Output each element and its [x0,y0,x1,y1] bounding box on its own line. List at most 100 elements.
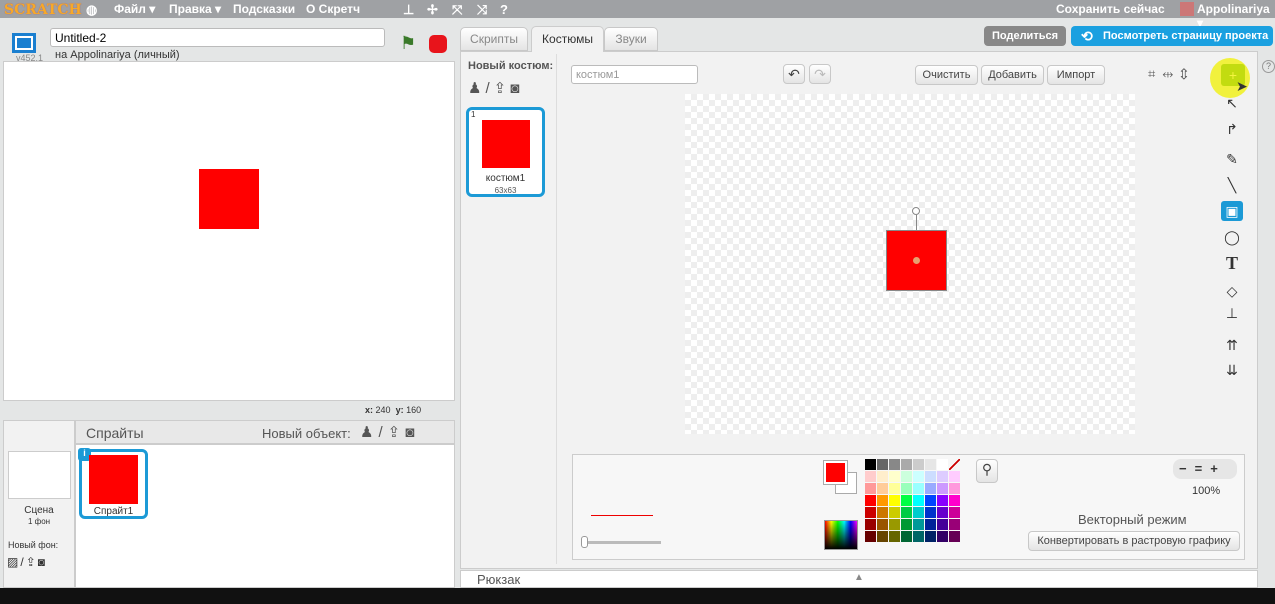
project-title-input[interactable] [50,28,385,47]
color-picker-spectrum[interactable] [824,520,858,550]
presentation-mode-icon[interactable] [12,33,36,53]
color-swatch[interactable] [877,507,888,518]
color-swatch[interactable] [913,483,924,494]
color-swatch[interactable] [877,471,888,482]
reshape-tool-icon[interactable]: ↱ [1221,119,1243,139]
shrink-icon[interactable]: ⤨ [477,2,487,18]
color-swatch[interactable] [937,471,948,482]
menu-tips[interactable]: Подсказки [233,2,295,16]
paint-sprite-icon[interactable]: / [378,424,387,441]
text-tool-icon[interactable]: T [1221,253,1243,273]
color-swatch[interactable] [913,519,924,530]
color-swatch[interactable] [913,459,924,470]
forward-layer-icon[interactable]: ⇈ [1221,335,1243,355]
flip-horizontal-icon[interactable]: ⇹ [1162,66,1180,81]
rotate-handle[interactable] [912,207,920,215]
color-swatch[interactable] [889,471,900,482]
slider-handle[interactable] [581,536,588,548]
stage[interactable] [3,61,455,401]
color-swatch[interactable] [901,519,912,530]
back-layer-icon[interactable]: ⇊ [1221,360,1243,380]
eyedropper-button[interactable]: ⚲ [976,459,998,483]
tab-scripts[interactable]: Скрипты [460,27,528,51]
color-swatch[interactable] [889,519,900,530]
flip-vertical-icon[interactable]: ⇳ [1180,66,1194,81]
zoom-reset-icon[interactable]: = [1195,461,1211,476]
undo-button[interactable]: ↶ [783,64,805,84]
color-swatch[interactable] [865,531,876,542]
cut-icon[interactable]: ✢ [427,2,438,18]
costume-library-icon[interactable]: ♟ [468,80,485,97]
color-swatch[interactable] [937,495,948,506]
color-swatch[interactable] [877,519,888,530]
color-swatch[interactable] [877,483,888,494]
color-swatch[interactable] [889,495,900,506]
scratch-logo[interactable]: SCRATCH [4,2,82,18]
color-swatch[interactable] [901,507,912,518]
share-button[interactable]: Поделиться [984,26,1066,46]
import-button[interactable]: Импорт [1047,65,1105,85]
select-tool-icon[interactable]: ↖ [1221,93,1243,113]
color-swatch[interactable] [877,459,888,470]
color-swatch[interactable] [865,519,876,530]
menu-about[interactable]: О Скретч [306,2,360,16]
color-swatch[interactable] [901,471,912,482]
color-swatch[interactable] [865,483,876,494]
grow-icon[interactable]: ⤧ [452,2,462,18]
color-swatch[interactable] [889,483,900,494]
see-project-page-button[interactable]: Посмотреть страницу проекта ⟲ [1071,26,1273,46]
color-swatch[interactable] [937,483,948,494]
line-width-slider[interactable] [583,541,661,544]
costume-name-input[interactable] [571,65,698,84]
zoom-in-icon[interactable]: + [1210,461,1226,476]
color-swatch[interactable] [889,531,900,542]
line-tool-icon[interactable]: ╲ [1221,175,1243,195]
color-swatch[interactable] [925,483,936,494]
tab-costumes[interactable]: Костюмы [531,26,604,52]
color-swatch[interactable] [901,459,912,470]
tab-sounds[interactable]: Звуки [604,27,658,51]
color-swatch[interactable] [937,459,948,470]
add-button[interactable]: Добавить [981,65,1044,85]
color-swatch[interactable] [937,507,948,518]
color-swatch[interactable] [949,483,960,494]
expand-icon[interactable]: ▲ [854,572,864,583]
costume-item[interactable]: 1 костюм1 63x63 [466,107,545,197]
color-swatch[interactable] [877,531,888,542]
save-now-link[interactable]: Сохранить сейчас [1056,2,1165,16]
color-swatch[interactable] [925,531,936,542]
color-swatch[interactable] [949,531,960,542]
paint-canvas[interactable] [685,94,1135,434]
color-swatch[interactable] [925,471,936,482]
color-swatch[interactable] [949,519,960,530]
color-swatch[interactable] [901,495,912,506]
sprite-library-icon[interactable]: ♟ [360,424,378,441]
color-swatch[interactable] [925,459,936,470]
color-swatch[interactable] [949,495,960,506]
paint-costume-icon[interactable]: / [485,80,493,97]
menu-file[interactable]: Файл ▾ [114,2,155,16]
globe-icon[interactable]: ◍ [86,2,97,18]
bg-library-icon[interactable]: ▨ [7,555,20,569]
color-swatch[interactable] [889,459,900,470]
color-swatch[interactable] [865,507,876,518]
color-swatch[interactable] [865,459,876,470]
color-swatch[interactable] [913,507,924,518]
upload-sprite-icon[interactable]: ⇪ [388,424,406,441]
color-swatch[interactable] [901,483,912,494]
color-swatch[interactable] [925,519,936,530]
color-swatch[interactable] [901,531,912,542]
color-swatch[interactable] [937,531,948,542]
rectangle-tool-icon[interactable]: ▣ [1221,201,1243,221]
upload-bg-icon[interactable]: ⇪ [26,555,38,569]
clear-button[interactable]: Очистить [915,65,978,85]
backpack-bar[interactable]: Рюкзак ▲ [460,570,1258,588]
color-swatch[interactable] [877,495,888,506]
color-swatch[interactable] [865,471,876,482]
transparent-swatch[interactable] [949,459,960,470]
color-swatch[interactable] [913,531,924,542]
convert-to-bitmap-button[interactable]: Конвертировать в растровую графику [1028,531,1240,551]
ellipse-tool-icon[interactable]: ◯ [1221,227,1243,247]
stop-icon[interactable] [429,35,447,53]
selected-square-shape[interactable] [886,230,947,291]
